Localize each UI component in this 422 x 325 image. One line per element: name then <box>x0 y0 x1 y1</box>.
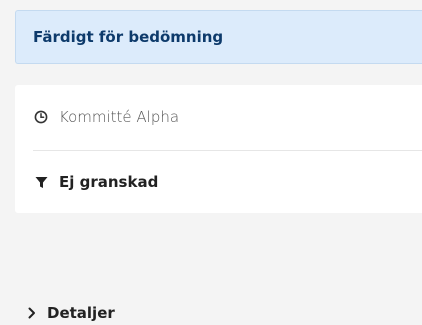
clock-icon <box>34 110 48 124</box>
committee-card: Kommitté Alpha Ej granskad <box>15 85 422 213</box>
committee-label: Kommitté Alpha <box>59 108 180 126</box>
details-toggle[interactable]: Detaljer <box>27 302 115 324</box>
status-label: Färdigt för bedömning <box>33 28 224 46</box>
details-label: Detaljer <box>47 304 115 322</box>
filter-row[interactable]: Ej granskad <box>34 170 158 194</box>
committee-row: Kommitté Alpha <box>34 105 179 129</box>
filter-label: Ej granskad <box>59 173 159 191</box>
chevron-right-icon <box>27 306 37 320</box>
status-banner: Färdigt för bedömning <box>15 10 422 64</box>
filter-icon <box>34 175 48 189</box>
divider <box>33 150 422 151</box>
